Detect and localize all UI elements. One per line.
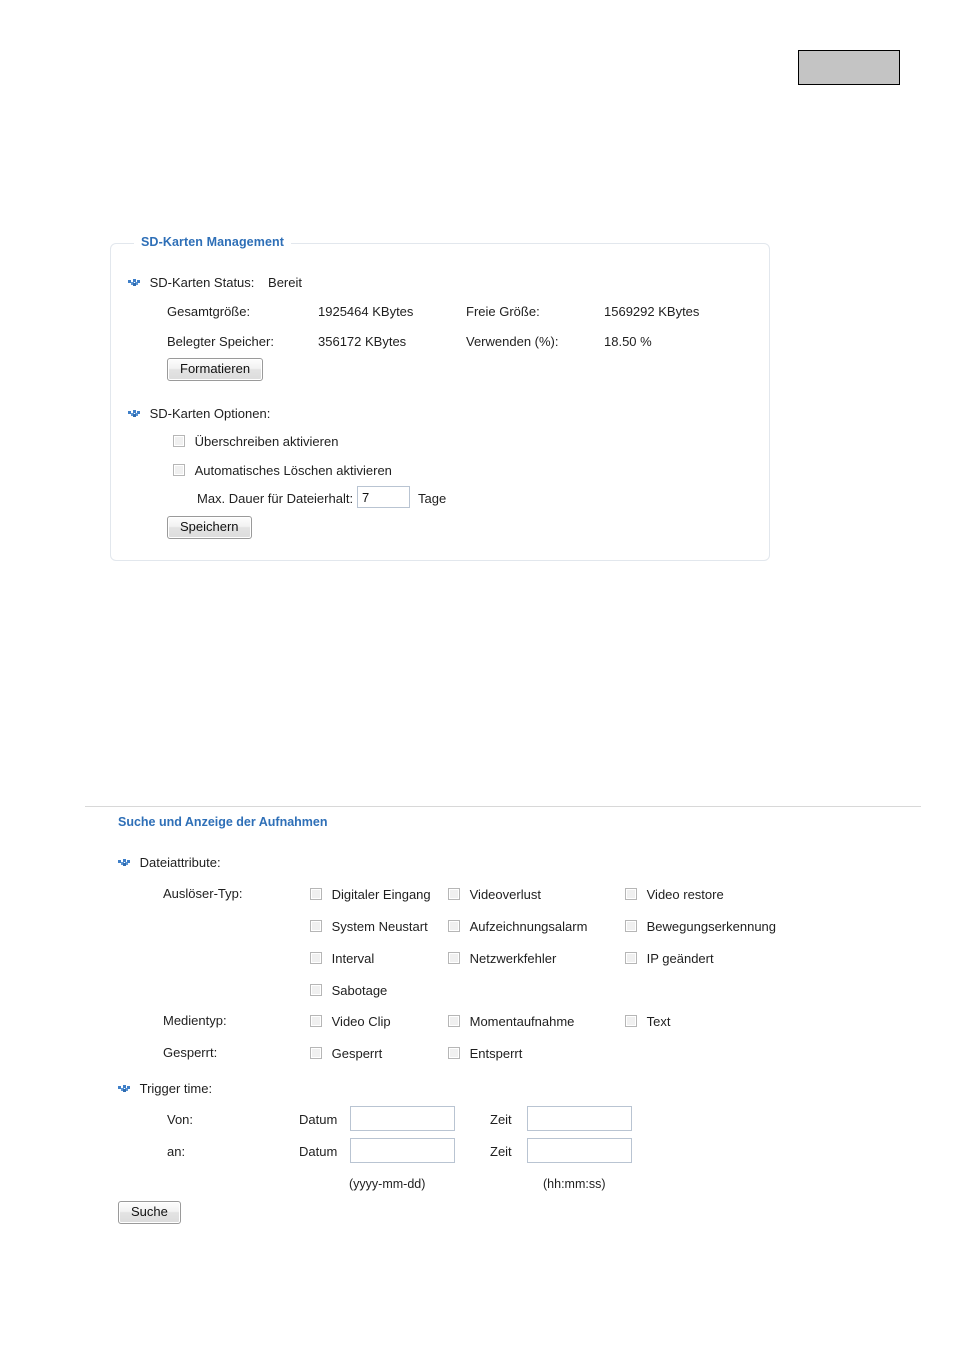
overwrite-enable-label: Überschreiben aktivieren — [194, 434, 339, 450]
header-placeholder-box — [798, 50, 900, 85]
trigger-video-restore-item[interactable]: Video restore — [625, 886, 724, 902]
trigger-recording-alarm-item[interactable]: Aufzeichnungsalarm — [448, 918, 587, 934]
sd-card-status-label: SD-Karten Status: — [149, 275, 255, 291]
overwrite-enable-checkbox[interactable] — [173, 434, 185, 447]
from-date-label: Datum — [299, 1112, 338, 1127]
file-attributes-label: Dateiattribute: — [139, 855, 221, 871]
search-button[interactable]: Suche — [118, 1201, 181, 1224]
chevron-bullet-icon — [118, 1084, 131, 1094]
locked-checkbox[interactable] — [310, 1046, 322, 1059]
total-size-label: Gesamtgröße: — [167, 304, 251, 319]
locked-option-item[interactable]: Gesperrt — [310, 1045, 382, 1061]
sd-card-management-legend: SD-Karten Management — [134, 235, 291, 249]
overwrite-enable-checkbox-item[interactable]: Überschreiben aktivieren — [173, 433, 338, 449]
locked-label: Gesperrt: — [163, 1045, 218, 1060]
trigger-tampering-item[interactable]: Sabotage — [310, 982, 387, 998]
media-video-clip-label: Video Clip — [331, 1014, 391, 1030]
unlocked-option-item[interactable]: Entsperrt — [448, 1045, 522, 1061]
media-type-label: Medientyp: — [163, 1013, 227, 1028]
trigger-system-boot-checkbox[interactable] — [310, 919, 322, 932]
trigger-digital-input-item[interactable]: Digitaler Eingang — [310, 886, 431, 902]
trigger-digital-input-label: Digitaler Eingang — [331, 887, 431, 903]
usage-percent-label: Verwenden (%): — [466, 334, 559, 349]
trigger-video-restore-checkbox[interactable] — [625, 887, 637, 900]
to-date-input[interactable] — [350, 1138, 455, 1163]
to-time-label: Zeit — [490, 1144, 512, 1159]
usage-percent-value: 18.50 % — [604, 334, 652, 349]
trigger-ip-changed-checkbox[interactable] — [625, 951, 637, 964]
trigger-interval-item[interactable]: Interval — [310, 950, 374, 966]
locked-option-label: Gesperrt — [331, 1046, 383, 1062]
trigger-video-restore-label: Video restore — [646, 887, 724, 903]
free-size-value: 1569292 KBytes — [604, 304, 700, 319]
used-size-value: 356172 KBytes — [318, 334, 407, 349]
sd-card-options-row: SD-Karten Optionen: — [128, 405, 270, 421]
max-duration-label: Max. Dauer für Dateierhalt: — [197, 491, 354, 506]
max-duration-input[interactable] — [357, 486, 410, 508]
search-section-title: Suche und Anzeige der Aufnahmen — [118, 815, 328, 829]
trigger-tampering-label: Sabotage — [331, 983, 388, 999]
trigger-recording-alarm-label: Aufzeichnungsalarm — [469, 919, 588, 935]
media-text-checkbox[interactable] — [625, 1014, 637, 1027]
trigger-time-label: Trigger time: — [139, 1081, 213, 1097]
chevron-bullet-icon — [128, 409, 141, 419]
media-video-clip-checkbox[interactable] — [310, 1014, 322, 1027]
media-text-item[interactable]: Text — [625, 1013, 670, 1029]
trigger-type-label: Auslöser-Typ: — [163, 886, 243, 901]
to-label: an: — [167, 1144, 186, 1159]
section-divider — [85, 806, 921, 807]
auto-delete-enable-checkbox[interactable] — [173, 463, 185, 476]
chevron-bullet-icon — [128, 278, 141, 288]
time-format-hint: (hh:mm:ss) — [543, 1177, 606, 1191]
sd-card-status-row: SD-Karten Status: Bereit — [128, 274, 302, 290]
sd-card-options-label: SD-Karten Optionen: — [149, 406, 271, 422]
media-snapshot-checkbox[interactable] — [448, 1014, 460, 1027]
from-label: Von: — [167, 1112, 194, 1127]
sd-card-status-value: Bereit — [268, 275, 302, 291]
media-snapshot-label: Momentaufnahme — [469, 1014, 575, 1030]
trigger-interval-label: Interval — [331, 951, 375, 967]
sd-card-management-panel: SD-Karten Management — [110, 235, 770, 561]
total-size-value: 1925464 KBytes — [318, 304, 414, 319]
trigger-video-loss-item[interactable]: Videoverlust — [448, 886, 541, 902]
format-button[interactable]: Formatieren — [167, 358, 264, 381]
media-video-clip-item[interactable]: Video Clip — [310, 1013, 391, 1029]
trigger-ip-changed-item[interactable]: IP geändert — [625, 950, 714, 966]
unlocked-option-label: Entsperrt — [469, 1046, 523, 1062]
trigger-system-boot-label: System Neustart — [331, 919, 428, 935]
auto-delete-enable-label: Automatisches Löschen aktivieren — [194, 463, 392, 479]
unlocked-checkbox[interactable] — [448, 1046, 460, 1059]
trigger-video-loss-checkbox[interactable] — [448, 887, 460, 900]
free-size-label: Freie Größe: — [466, 304, 540, 319]
trigger-digital-input-checkbox[interactable] — [310, 887, 322, 900]
trigger-interval-checkbox[interactable] — [310, 951, 322, 964]
trigger-motion-detection-label: Bewegungserkennung — [646, 919, 777, 935]
trigger-time-row: Trigger time: — [118, 1080, 212, 1096]
trigger-ip-changed-label: IP geändert — [646, 951, 714, 967]
to-date-label: Datum — [299, 1144, 338, 1159]
chevron-bullet-icon — [118, 858, 131, 868]
trigger-recording-alarm-checkbox[interactable] — [448, 919, 460, 932]
auto-delete-enable-checkbox-item[interactable]: Automatisches Löschen aktivieren — [173, 462, 392, 478]
trigger-tampering-checkbox[interactable] — [310, 983, 322, 996]
used-size-label: Belegter Speicher: — [167, 334, 274, 349]
trigger-network-failure-checkbox[interactable] — [448, 951, 460, 964]
date-format-hint: (yyyy-mm-dd) — [349, 1177, 426, 1191]
media-text-label: Text — [646, 1014, 671, 1030]
save-button[interactable]: Speichern — [167, 516, 252, 539]
trigger-network-failure-item[interactable]: Netzwerkfehler — [448, 950, 556, 966]
from-date-input[interactable] — [350, 1106, 455, 1131]
trigger-video-loss-label: Videoverlust — [469, 887, 541, 903]
from-time-label: Zeit — [490, 1112, 512, 1127]
trigger-system-boot-item[interactable]: System Neustart — [310, 918, 428, 934]
from-time-input[interactable] — [527, 1106, 632, 1131]
max-duration-unit: Tage — [418, 491, 447, 506]
media-snapshot-item[interactable]: Momentaufnahme — [448, 1013, 574, 1029]
trigger-motion-detection-checkbox[interactable] — [625, 919, 637, 932]
file-attributes-row: Dateiattribute: — [118, 854, 221, 870]
to-time-input[interactable] — [527, 1138, 632, 1163]
trigger-network-failure-label: Netzwerkfehler — [469, 951, 557, 967]
trigger-motion-detection-item[interactable]: Bewegungserkennung — [625, 918, 776, 934]
